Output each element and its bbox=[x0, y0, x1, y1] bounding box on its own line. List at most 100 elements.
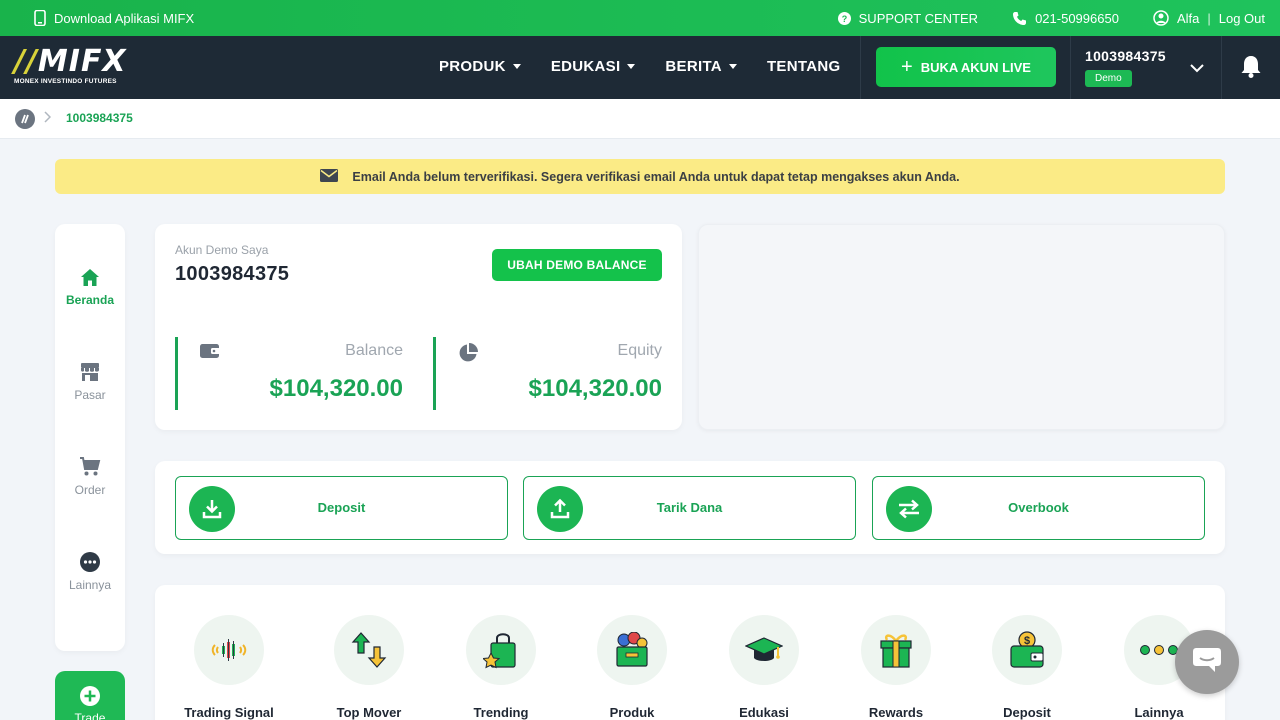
menu-tentang[interactable]: TENTANG bbox=[767, 58, 840, 75]
caret-down-icon bbox=[627, 64, 636, 69]
mifx-logo[interactable]: //MIFX MONEX INVESTINDO FUTURES bbox=[14, 47, 139, 87]
phone-device-icon bbox=[34, 10, 46, 26]
feature-deposit[interactable]: $ Deposit bbox=[972, 615, 1082, 720]
trade-label: Trade bbox=[74, 711, 106, 720]
plus-circle-icon bbox=[55, 671, 125, 707]
balance-value: $104,320.00 bbox=[269, 375, 403, 402]
features-card: Trading Signal Top Mover Trending Produk… bbox=[155, 585, 1225, 720]
account-card-number: 1003984375 bbox=[175, 263, 290, 285]
feature-label: Edukasi bbox=[739, 705, 789, 720]
chat-bubble-icon bbox=[1191, 646, 1223, 679]
menu-label: TENTANG bbox=[766, 58, 841, 75]
top-bar: Download Aplikasi MIFX ? SUPPORT CENTER … bbox=[0, 0, 1280, 36]
user-icon bbox=[1153, 10, 1169, 26]
feature-label: Top Mover bbox=[336, 705, 402, 720]
menu-produk[interactable]: PRODUK bbox=[439, 58, 521, 75]
sidebar-item-label: Pasar bbox=[74, 388, 106, 402]
account-type-badge: Demo bbox=[1085, 70, 1132, 87]
plus-icon: + bbox=[901, 56, 913, 78]
withdraw-label: Tarik Dana bbox=[656, 500, 723, 515]
feature-produk[interactable]: Produk bbox=[577, 615, 687, 720]
wallet-icon bbox=[200, 343, 220, 364]
feature-trending[interactable]: Trending bbox=[446, 615, 556, 720]
sidebar-item-beranda[interactable]: Beranda bbox=[55, 268, 125, 307]
download-app-text: Download Aplikasi MIFX bbox=[54, 10, 195, 26]
chevron-down-icon[interactable] bbox=[1190, 60, 1204, 78]
phone-number[interactable]: 021-50996650 bbox=[1035, 11, 1119, 26]
feature-label: Trading Signal bbox=[184, 705, 274, 720]
balance-label: Balance bbox=[345, 342, 403, 359]
home-icon bbox=[55, 268, 125, 287]
nav-divider bbox=[1070, 36, 1071, 99]
sidebar-item-label: Lainnya bbox=[68, 578, 112, 592]
nav-divider bbox=[1221, 36, 1222, 99]
wallet-coin-icon: $ bbox=[992, 615, 1062, 685]
balance-stat: Balance $104,320.00 bbox=[175, 337, 403, 410]
feature-trading-signal[interactable]: Trading Signal bbox=[174, 615, 284, 720]
feature-label: Rewards bbox=[868, 705, 924, 720]
home-logo-icon[interactable] bbox=[15, 109, 35, 129]
pie-chart-icon bbox=[458, 343, 478, 368]
caret-down-icon bbox=[512, 64, 521, 69]
overbook-label: Overbook bbox=[1008, 500, 1069, 515]
download-app-link[interactable]: Download Aplikasi MIFX bbox=[34, 10, 194, 26]
equity-stat: Equity $104,320.00 bbox=[433, 337, 662, 410]
deposit-label: Deposit bbox=[317, 500, 366, 515]
overbook-button[interactable]: Overbook bbox=[872, 476, 1205, 540]
change-demo-balance-button[interactable]: UBAH DEMO BALANCE bbox=[492, 249, 662, 281]
cart-icon bbox=[55, 457, 125, 477]
more-icon bbox=[55, 552, 125, 572]
email-verification-alert: Email Anda belum terverifikasi. Segera v… bbox=[55, 159, 1225, 194]
account-switcher[interactable]: 1003984375 Demo bbox=[1085, 48, 1166, 87]
equity-value: $104,320.00 bbox=[528, 375, 662, 402]
equity-label: Equity bbox=[617, 342, 662, 359]
feature-rewards[interactable]: Rewards bbox=[841, 615, 951, 720]
product-box-icon bbox=[597, 615, 667, 685]
feature-label: Produk bbox=[609, 705, 655, 720]
svg-text:?: ? bbox=[841, 14, 847, 24]
logo-slashes-icon: // bbox=[14, 44, 38, 79]
support-center-link[interactable]: SUPPORT CENTER bbox=[859, 11, 978, 26]
bell-icon[interactable] bbox=[1240, 54, 1262, 84]
sidebar-item-order[interactable]: Order bbox=[55, 457, 125, 497]
top-mover-icon bbox=[334, 615, 404, 685]
help-icon: ? bbox=[837, 11, 851, 25]
divider-text: | bbox=[1207, 10, 1211, 26]
feature-label: Trending bbox=[473, 705, 529, 720]
logo-tagline: MONEX INVESTINDO FUTURES bbox=[14, 78, 117, 85]
menu-label: EDUKASI bbox=[550, 58, 621, 75]
logout-link[interactable]: Log Out bbox=[1219, 11, 1265, 26]
logo-text: MIFX bbox=[37, 44, 127, 79]
live-button-label: BUKA AKUN LIVE bbox=[920, 59, 1031, 75]
nav-divider bbox=[860, 36, 861, 99]
breadcrumb-current: 1003984375 bbox=[66, 111, 133, 125]
feature-label: Lainnya bbox=[1134, 705, 1184, 720]
open-live-account-button[interactable]: + BUKA AKUN LIVE bbox=[876, 47, 1056, 87]
placeholder-card bbox=[698, 224, 1225, 430]
menu-berita[interactable]: BERITA bbox=[665, 58, 737, 75]
deposit-button[interactable]: Deposit bbox=[175, 476, 508, 540]
chat-button[interactable] bbox=[1175, 630, 1239, 694]
feature-top-mover[interactable]: Top Mover bbox=[314, 615, 424, 720]
sidebar-item-lainnya[interactable]: Lainnya bbox=[55, 552, 125, 592]
menu-label: BERITA bbox=[665, 58, 722, 75]
chevron-right-icon bbox=[44, 111, 52, 126]
trending-bag-icon bbox=[466, 615, 536, 685]
menu-edukasi[interactable]: EDUKASI bbox=[551, 58, 636, 75]
account-number: 1003984375 bbox=[1085, 48, 1166, 64]
user-name[interactable]: Alfa bbox=[1177, 11, 1199, 26]
feature-edukasi[interactable]: Edukasi bbox=[709, 615, 819, 720]
demo-account-card: Akun Demo Saya 1003984375 UBAH DEMO BALA… bbox=[155, 224, 682, 430]
store-icon bbox=[55, 362, 125, 382]
signal-icon bbox=[194, 615, 264, 685]
menu-label: PRODUK bbox=[439, 58, 506, 75]
alert-message: Email Anda belum terverifikasi. Segera v… bbox=[352, 169, 960, 184]
trade-button[interactable]: Trade bbox=[55, 671, 125, 720]
withdraw-button[interactable]: Tarik Dana bbox=[523, 476, 856, 540]
caret-down-icon bbox=[728, 64, 737, 69]
sidebar-item-pasar[interactable]: Pasar bbox=[55, 362, 125, 402]
envelope-icon bbox=[320, 168, 339, 185]
feature-label: Deposit bbox=[1003, 705, 1051, 720]
graduation-cap-icon bbox=[729, 615, 799, 685]
breadcrumb: 1003984375 bbox=[0, 99, 1280, 139]
